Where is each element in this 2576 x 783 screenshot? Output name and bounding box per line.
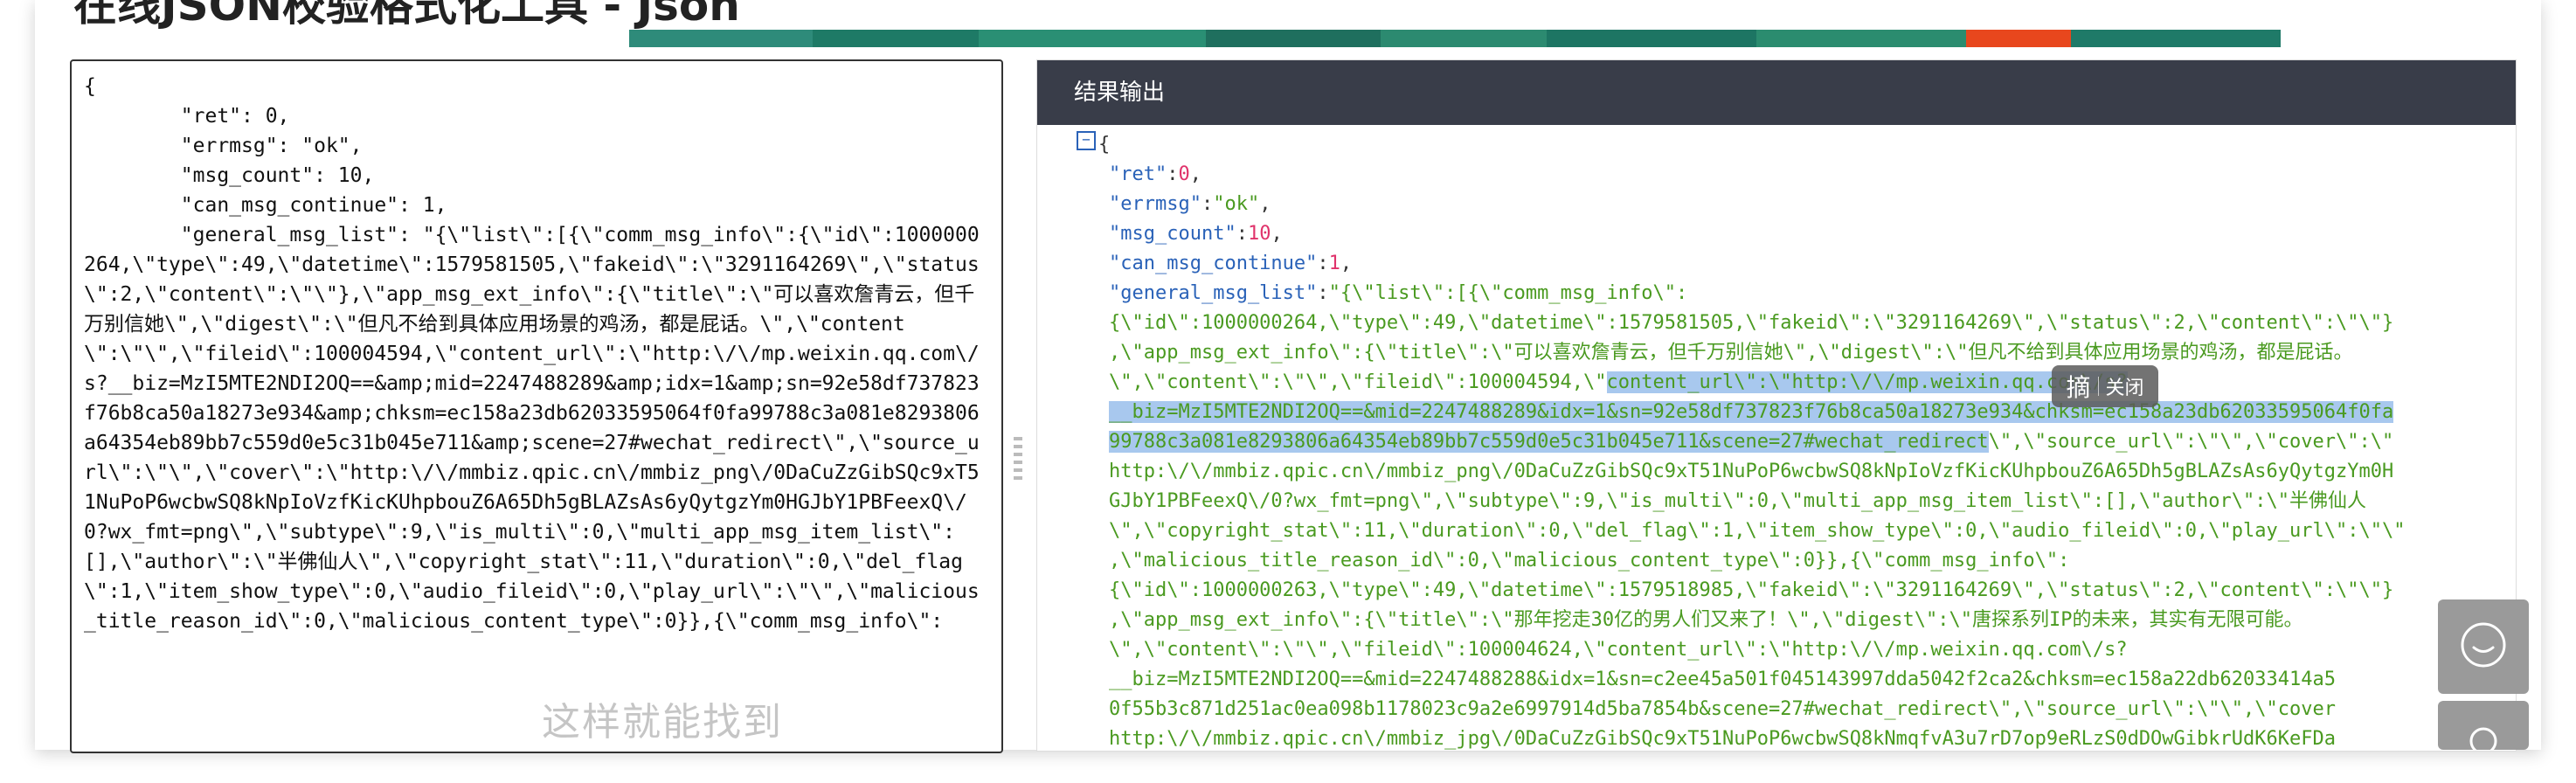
color-strip-segment <box>813 30 979 47</box>
json-token: ,\"malicious_title_reason_id\":0,\"malic… <box>1109 550 2070 572</box>
json-input-editor[interactable]: { "ret": 0, "errmsg": "ok", "msg_count":… <box>70 59 1003 753</box>
color-strip-segment <box>629 30 813 47</box>
watermark-text: 这样就能找到 <box>542 700 783 745</box>
json-token: "ret" <box>1109 163 1167 185</box>
json-output[interactable]: {"ret":0, "errmsg":"ok", "msg_count":10, "c… <box>1037 125 2516 751</box>
json-output-line: { <box>1098 130 2516 160</box>
json-token: : <box>1317 253 1329 274</box>
json-token: __biz=MzI5MTE2NDI2OQ==&mid=2247488289&id… <box>1109 401 2394 423</box>
chat-button[interactable] <box>2438 599 2529 694</box>
json-token: , <box>1340 253 1353 274</box>
json-output-line: "can_msg_continue":1, <box>1098 249 2516 279</box>
color-strip <box>629 30 2281 47</box>
json-output-line: \",\"content\":\"\",\"fileid\":100004594… <box>1098 368 2516 398</box>
json-output-line: __biz=MzI5MTE2NDI2OQ==&mid=2247488289&id… <box>1098 398 2516 427</box>
result-panel-title: 结果输出 <box>1037 60 2516 125</box>
json-token: : <box>1236 223 1248 245</box>
json-output-line: {\"id\":1000000263,\"type\":49,\"datetim… <box>1098 576 2516 606</box>
json-token: \",\"source_url\":\"\",\"cover\":\" <box>1988 431 2394 453</box>
close-tooltip-button[interactable]: 关闭 <box>2106 372 2144 400</box>
json-token: 99788c3a081e8293806a64354eb89bb7c559d0e5… <box>1109 431 1989 453</box>
json-token: {\"id\":1000000264,\"type\":49,\"datetim… <box>1109 312 2394 334</box>
json-token: { <box>1098 134 1111 156</box>
json-output-line: http:\/\/mmbiz.qpic.cn\/mmbiz_jpg\/0DaCu… <box>1098 724 2516 751</box>
json-output-line: {\"id\":1000000264,\"type\":49,\"datetim… <box>1098 308 2516 338</box>
json-output-line: \",\"copyright_stat\":11,\"duration\":0,… <box>1098 516 2516 546</box>
json-token: : <box>1317 282 1329 304</box>
json-token: 0f55b3c871d251ac0ea098b1178023c9a2e69979… <box>1109 698 2336 720</box>
color-strip-segment <box>1547 30 1756 47</box>
color-strip-segment <box>1206 30 1381 47</box>
color-strip-segment <box>1756 30 1966 47</box>
json-token: 1 <box>1328 253 1340 274</box>
json-output-line: GJbY1PBFeexQ\/0?wx_fmt=png\",\"subtype\"… <box>1098 487 2516 516</box>
json-output-line: \",\"content\":\"\",\"fileid\":100004624… <box>1098 635 2516 665</box>
json-output-line: "msg_count":10, <box>1098 219 2516 249</box>
color-strip-segment <box>1966 30 2071 47</box>
json-output-line: 0f55b3c871d251ac0ea098b1178023c9a2e69979… <box>1098 695 2516 724</box>
json-token: \",\"copyright_stat\":11,\"duration\":0,… <box>1109 520 2406 542</box>
tooltip-divider <box>2097 377 2099 396</box>
result-panel: 结果输出 {"ret":0, "errmsg":"ok", "msg_count":… <box>1036 59 2517 752</box>
json-token: ,\"app_msg_ext_info\":{\"title\":\"可以喜欢詹… <box>1109 342 2353 364</box>
json-token: "errmsg" <box>1109 193 1201 215</box>
json-output-line: "ret":0, <box>1098 160 2516 190</box>
json-token: http:\/\/mmbiz.qpic.cn\/mmbiz_jpg\/0DaCu… <box>1109 728 2336 750</box>
json-output-line: ,\"app_msg_ext_info\":{\"title\":\"那年挖走3… <box>1098 606 2516 635</box>
json-token: http:\/\/mmbiz.qpic.cn\/mmbiz_png\/0DaCu… <box>1109 461 2394 482</box>
json-output-line: __biz=MzI5MTE2NDI2OQ==&mid=2247488288&id… <box>1098 665 2516 695</box>
json-token: : <box>1201 193 1214 215</box>
excerpt-tooltip[interactable]: 摘 关闭 <box>2052 365 2158 407</box>
json-output-line: ,\"malicious_title_reason_id\":0,\"malic… <box>1098 546 2516 576</box>
json-token: \",\"content\":\"\",\"fileid\":100004594… <box>1109 371 1607 393</box>
json-token: GJbY1PBFeexQ\/0?wx_fmt=png\",\"subtype\"… <box>1109 490 2367 512</box>
json-token: , <box>1271 223 1283 245</box>
color-strip-segment <box>2071 30 2281 47</box>
excerpt-button[interactable]: 摘 <box>2066 369 2090 404</box>
color-strip-segment <box>979 30 1206 47</box>
json-token: 0 <box>1178 163 1190 185</box>
json-token: "ok" <box>1213 193 1260 215</box>
json-output-line: "errmsg":"ok", <box>1098 190 2516 219</box>
json-output-line: 99788c3a081e8293806a64354eb89bb7c559d0e5… <box>1098 427 2516 457</box>
json-token: \",\"content\":\"\",\"fileid\":100004624… <box>1109 639 2128 661</box>
json-output-line: http:\/\/mmbiz.qpic.cn\/mmbiz_png\/0DaCu… <box>1098 457 2516 487</box>
json-token: 10 <box>1247 223 1271 245</box>
chat-bubble-icon <box>2461 622 2506 668</box>
json-input-text[interactable]: { "ret": 0, "errmsg": "ok", "msg_count":… <box>72 61 1001 636</box>
json-token: {\"id\":1000000263,\"type\":49,\"datetim… <box>1109 579 2394 601</box>
json-token: "general_msg_list" <box>1109 282 1318 304</box>
json-token: "{\"list\":[{\"comm_msg_info\": <box>1328 282 1688 304</box>
json-token: : <box>1167 163 1179 185</box>
json-output-line: ,\"app_msg_ext_info\":{\"title\":\"可以喜欢詹… <box>1098 338 2516 368</box>
user-support-icon <box>2469 727 2497 750</box>
json-output-line: "general_msg_list":"{\"list\":[{\"comm_m… <box>1098 279 2516 308</box>
json-token: , <box>1189 163 1201 185</box>
json-token: "msg_count" <box>1109 223 1236 245</box>
color-strip-segment <box>1381 30 1547 47</box>
collapse-toggle-icon[interactable]: − <box>1077 131 1096 150</box>
json-token: , <box>1259 193 1271 215</box>
json-token: content_url\":\"http:\/\/mp.weixin.qq.co… <box>1606 371 2128 393</box>
json-token: __biz=MzI5MTE2NDI2OQ==&mid=2247488288&id… <box>1109 669 2336 690</box>
support-button[interactable] <box>2438 701 2529 750</box>
resize-handle[interactable] <box>1014 437 1022 481</box>
json-token: ,\"app_msg_ext_info\":{\"title\":\"那年挖走3… <box>1109 609 2303 631</box>
json-token: "can_msg_continue" <box>1109 253 1318 274</box>
